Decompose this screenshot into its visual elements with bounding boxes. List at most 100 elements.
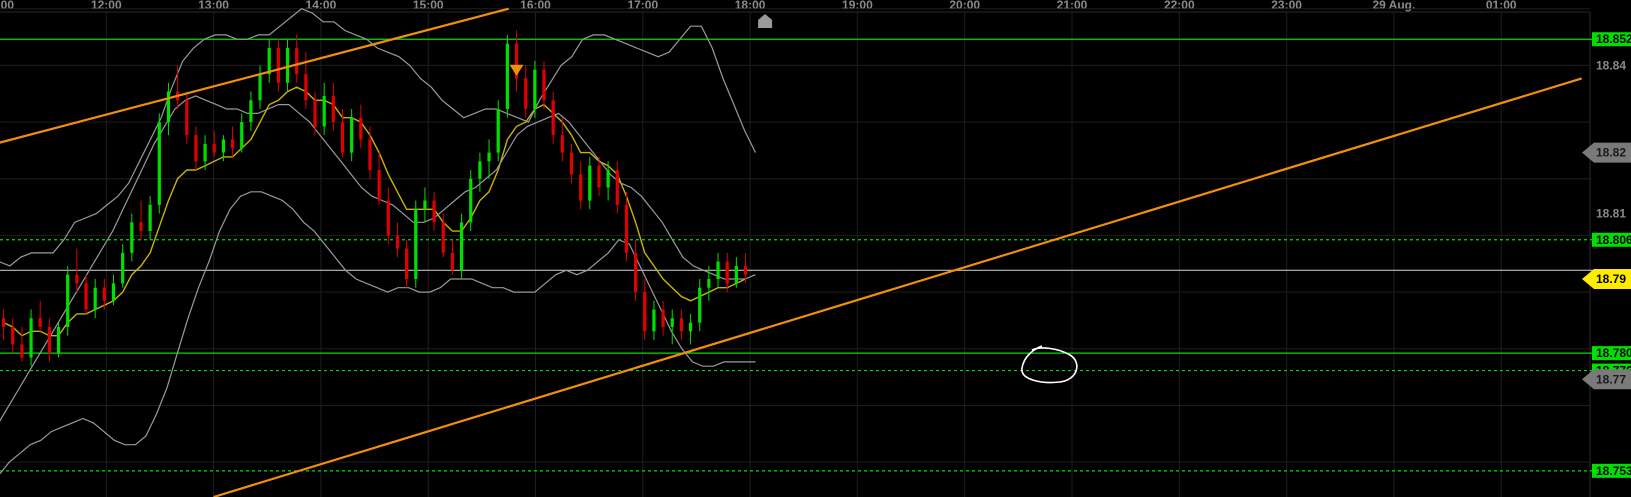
- candle-body[interactable]: [350, 117, 354, 153]
- candle-body[interactable]: [285, 47, 290, 83]
- price-chart[interactable]: 11:00 12:00 13:00 14:00 15:00 16:00 17:00 18:00…: [0, 0, 1631, 497]
- candle-body[interactable]: [157, 122, 161, 205]
- price-tag-label: 18.82: [1596, 146, 1626, 160]
- candle-body[interactable]: [505, 43, 509, 109]
- candle-body[interactable]: [47, 326, 51, 354]
- candle-body[interactable]: [20, 344, 24, 358]
- candle-body[interactable]: [469, 178, 473, 223]
- candle-body[interactable]: [102, 287, 106, 301]
- price-tag-label: 18.79: [1596, 272, 1626, 286]
- candle-body[interactable]: [542, 69, 546, 101]
- candle-body[interactable]: [56, 326, 61, 354]
- candle-body[interactable]: [615, 170, 619, 205]
- candle-body[interactable]: [441, 222, 445, 253]
- candle-body[interactable]: [450, 252, 455, 271]
- candle-body[interactable]: [606, 170, 610, 188]
- price-tag-label: 18.77: [1596, 372, 1626, 386]
- candle-body[interactable]: [560, 135, 564, 153]
- price-tag-label: 18.753: [1596, 464, 1631, 478]
- candle-body[interactable]: [11, 326, 15, 345]
- candle-body[interactable]: [75, 274, 79, 284]
- candle-body[interactable]: [459, 222, 464, 271]
- candle-body[interactable]: [588, 165, 592, 201]
- candle-body[interactable]: [432, 200, 436, 223]
- candle-body[interactable]: [166, 91, 171, 123]
- candle-body[interactable]: [221, 139, 226, 153]
- candle-body[interactable]: [698, 287, 702, 323]
- candle-body[interactable]: [688, 322, 693, 332]
- candle-body[interactable]: [734, 265, 738, 284]
- candle-body[interactable]: [377, 170, 381, 201]
- x-tick-label: 14:00: [306, 0, 337, 12]
- candle-body[interactable]: [258, 74, 262, 101]
- candle-body[interactable]: [725, 261, 729, 284]
- y-tick-label: 18.84: [1596, 58, 1626, 72]
- candle-body[interactable]: [249, 100, 253, 123]
- candle-body[interactable]: [524, 78, 528, 109]
- candle-body[interactable]: [487, 152, 491, 162]
- candle-body[interactable]: [624, 204, 629, 253]
- candle-body[interactable]: [533, 69, 537, 109]
- x-tick-label: 11:00: [0, 0, 14, 12]
- candle-body[interactable]: [405, 248, 409, 280]
- candle-body[interactable]: [496, 108, 500, 153]
- candle-body[interactable]: [597, 165, 601, 188]
- x-tick-label: 29 Aug.: [1372, 0, 1415, 12]
- candle-body[interactable]: [661, 309, 665, 327]
- candle-body[interactable]: [29, 318, 33, 358]
- candle-body[interactable]: [395, 235, 400, 249]
- candle-body[interactable]: [267, 47, 271, 75]
- candle-body[interactable]: [414, 209, 418, 280]
- x-tick-label: 17:00: [627, 0, 658, 12]
- candle-body[interactable]: [240, 122, 244, 149]
- candle-body[interactable]: [212, 143, 216, 153]
- candle-body[interactable]: [423, 200, 427, 210]
- candle-body[interactable]: [634, 252, 638, 293]
- candle-body[interactable]: [276, 47, 280, 83]
- candle-body[interactable]: [386, 200, 390, 236]
- candle-body[interactable]: [331, 95, 335, 123]
- candle-body[interactable]: [130, 222, 134, 253]
- candle-body[interactable]: [1, 318, 6, 327]
- price-tag-label: 18.780: [1596, 346, 1631, 360]
- candle-body[interactable]: [230, 139, 235, 149]
- candle-body[interactable]: [716, 261, 720, 280]
- candle-body[interactable]: [121, 252, 125, 284]
- x-tick-label: 23:00: [1271, 0, 1302, 12]
- candle-body[interactable]: [84, 283, 88, 310]
- x-tick-label: 16:00: [520, 0, 551, 12]
- candle-body[interactable]: [111, 283, 116, 301]
- x-tick-label: 15:00: [413, 0, 444, 12]
- candle-body[interactable]: [148, 204, 152, 232]
- candle-body[interactable]: [368, 139, 372, 171]
- candle-body[interactable]: [670, 318, 674, 327]
- x-tick-label: 22:00: [1164, 0, 1195, 12]
- candle-body[interactable]: [579, 174, 583, 201]
- candle-body[interactable]: [304, 74, 308, 101]
- candle-body[interactable]: [194, 135, 198, 162]
- x-tick-label: 12:00: [91, 0, 122, 12]
- candle-body[interactable]: [322, 95, 326, 127]
- candle-body[interactable]: [551, 100, 555, 136]
- candle-body[interactable]: [643, 292, 647, 332]
- candle-body[interactable]: [139, 222, 143, 232]
- candle-body[interactable]: [707, 279, 711, 288]
- x-tick-label: 18:00: [735, 0, 766, 12]
- candle-body[interactable]: [203, 143, 207, 162]
- x-tick-label: 01:00: [1486, 0, 1517, 12]
- candle-body[interactable]: [359, 117, 363, 140]
- candle-body[interactable]: [295, 47, 299, 75]
- candle-body[interactable]: [652, 309, 656, 332]
- candle-body[interactable]: [743, 265, 748, 275]
- candle-body[interactable]: [679, 318, 684, 332]
- y-tick-label: 18.81: [1596, 207, 1626, 221]
- candle-body[interactable]: [38, 318, 42, 327]
- candle-body[interactable]: [478, 161, 482, 179]
- candle-body[interactable]: [66, 274, 70, 327]
- chart-root: 11:00 12:00 13:00 14:00 15:00 16:00 17:00 18:00…: [0, 0, 1631, 497]
- candle-body[interactable]: [569, 152, 574, 175]
- candle-body[interactable]: [313, 100, 317, 127]
- candle-body[interactable]: [340, 122, 345, 153]
- candle-body[interactable]: [185, 100, 189, 136]
- candle-body[interactable]: [93, 287, 97, 310]
